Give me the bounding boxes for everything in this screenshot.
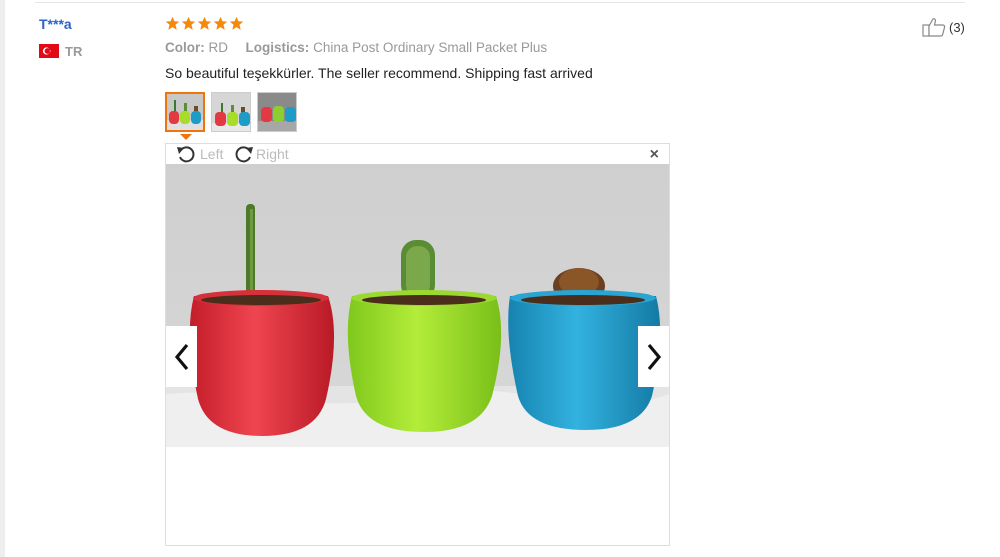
- color-value: RD: [208, 40, 229, 55]
- star-icon: [229, 16, 244, 30]
- star-icon: [165, 16, 180, 30]
- left-border: [0, 0, 5, 557]
- photo-viewer: Left Right ×: [165, 143, 670, 546]
- star-icon: [181, 16, 196, 30]
- rotate-left-label: Left: [200, 146, 224, 162]
- turkey-flag-icon: [39, 44, 59, 58]
- rating-stars: [165, 16, 244, 34]
- color-label: Color:: [165, 40, 205, 55]
- country-code: TR: [65, 44, 83, 59]
- helpful-count: (3): [949, 19, 965, 35]
- next-photo-button[interactable]: [638, 326, 669, 387]
- helpful-button[interactable]: (3): [922, 17, 965, 37]
- logistics-value: China Post Ordinary Small Packet Plus: [313, 40, 548, 55]
- photo-thumbnails: [165, 92, 297, 132]
- review-text: So beautiful teşekkürler. The seller rec…: [165, 65, 593, 81]
- star-icon: [197, 16, 212, 30]
- rotate-right-label: Right: [256, 146, 289, 162]
- chevron-left-icon: [174, 343, 188, 370]
- photo-thumbnail[interactable]: [211, 92, 251, 132]
- logistics-label: Logistics:: [245, 40, 310, 55]
- top-divider: [35, 2, 965, 3]
- rotate-right-icon: [235, 146, 253, 163]
- chevron-right-icon: [647, 343, 661, 370]
- thumbnail-selected-indicator: [180, 134, 192, 140]
- previous-photo-button[interactable]: [166, 326, 197, 387]
- photo-thumbnail[interactable]: [165, 92, 205, 132]
- rotate-left-button[interactable]: Left: [176, 144, 223, 164]
- review-photo: [166, 164, 669, 447]
- photo-thumbnail[interactable]: [257, 92, 297, 132]
- rotate-left-icon: [177, 146, 195, 163]
- star-icon: [213, 16, 228, 30]
- close-icon[interactable]: ×: [650, 147, 659, 163]
- thumbs-up-icon: [922, 18, 946, 37]
- rotate-right-button[interactable]: Right: [232, 144, 289, 164]
- reviewer-name[interactable]: T***a: [39, 16, 72, 32]
- order-attributes: Color: RD Logistics: China Post Ordinary…: [165, 40, 547, 55]
